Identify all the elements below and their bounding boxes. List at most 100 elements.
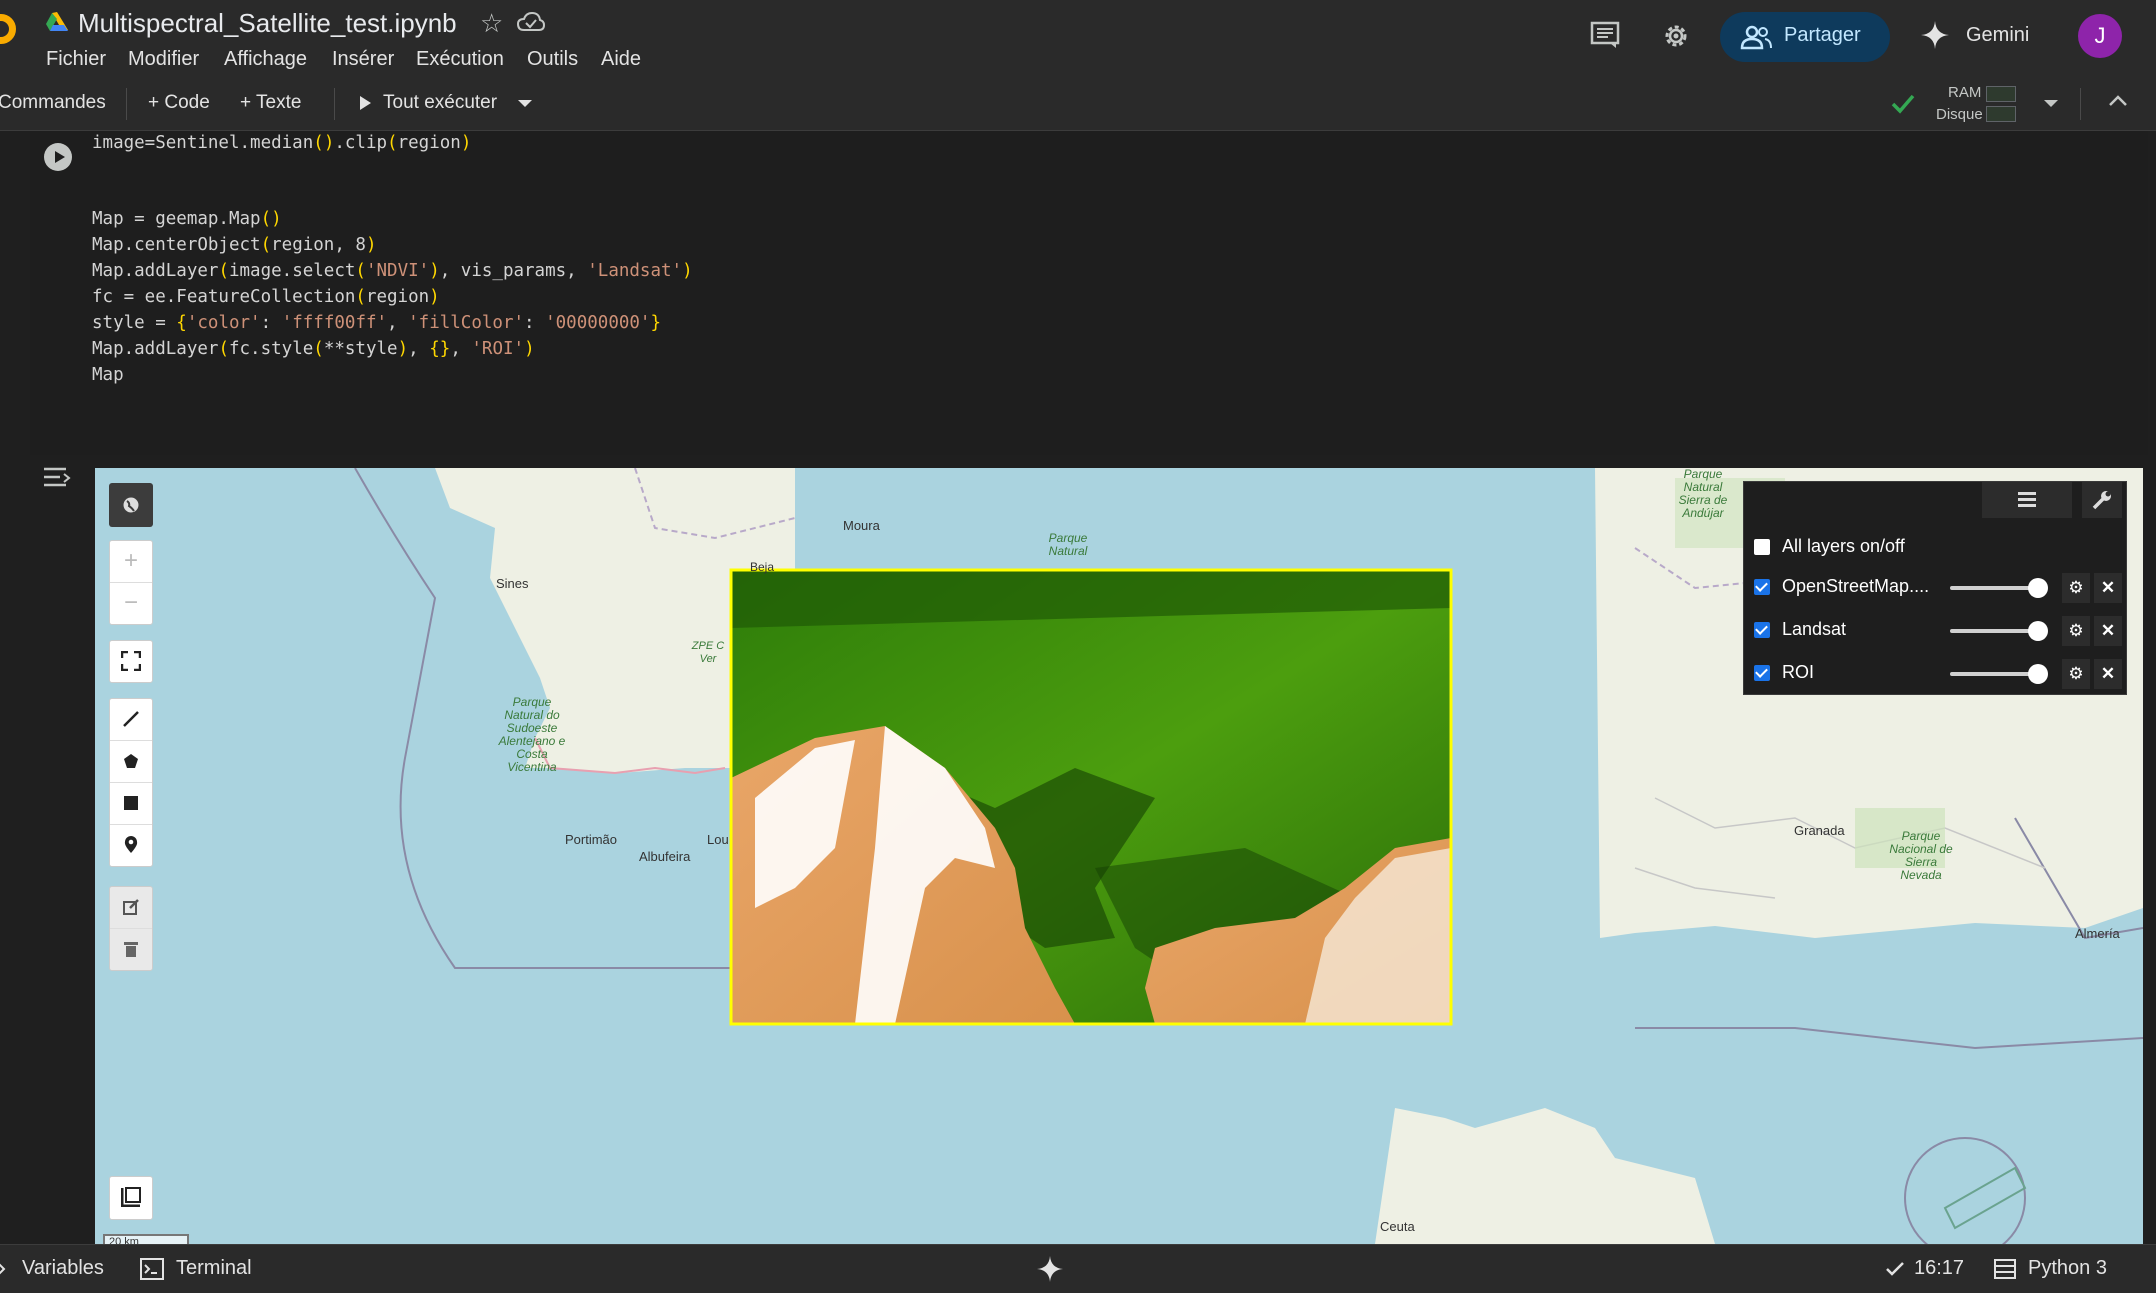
draw-marker-button[interactable]	[110, 825, 152, 866]
output-actions-icon[interactable]	[42, 464, 72, 492]
star-icon[interactable]: ☆	[480, 8, 503, 39]
layers-toggle-button[interactable]	[1982, 482, 2072, 518]
cloud-saved-icon[interactable]	[516, 10, 546, 34]
layers-list-icon	[2018, 492, 2036, 507]
marker-icon	[124, 836, 138, 853]
layer-roi-opacity-slider[interactable]	[1950, 672, 2036, 676]
runtime-connected-check-icon[interactable]	[1890, 90, 1916, 116]
drive-icon[interactable]	[44, 10, 70, 36]
zoom-control: + −	[109, 540, 153, 625]
park-label-andujar: Parque Natural Sierra de Andújar	[1678, 468, 1728, 520]
zoom-out-button[interactable]: −	[110, 583, 152, 624]
layer-landsat-opacity-knob[interactable]	[2028, 621, 2048, 641]
code-line-4[interactable]: Map = geemap.Map()	[92, 209, 282, 229]
layer-openstreetmap-checkbox[interactable]	[1754, 579, 1770, 595]
park-label-sierra-nevada: Parque Nacional de Sierra Nevada	[1889, 829, 1953, 882]
place-label-moura: Moura	[843, 518, 880, 533]
layer-roi-label: ROI	[1782, 662, 1815, 682]
layer-openstreetmap-remove-close-icon[interactable]: ✕	[2094, 573, 2122, 603]
ram-meter[interactable]	[1986, 86, 2016, 102]
edit-toolbar	[109, 886, 153, 971]
park-label-sudoeste: Parque Natural do Sudoeste Alentejano e …	[498, 695, 566, 774]
rectangle-icon	[124, 796, 138, 810]
layer-landsat-checkbox[interactable]	[1754, 622, 1770, 638]
layer-landsat-opacity-slider[interactable]	[1950, 629, 2036, 633]
fullscreen-button[interactable]	[110, 641, 152, 682]
menu-affichage[interactable]: Affichage	[224, 48, 307, 71]
menu-aide[interactable]: Aide	[601, 48, 641, 71]
layer-openstreetmap-opacity-knob[interactable]	[2028, 578, 2048, 598]
collapse-chevron-up-icon[interactable]	[2108, 94, 2128, 108]
ruler-icon	[121, 1187, 141, 1207]
add-code-button[interactable]: + Code	[148, 92, 210, 114]
layer-roi-opacity-knob[interactable]	[2028, 664, 2048, 684]
edit-layers-button[interactable]	[110, 887, 152, 929]
all-layers-label: All layers on/off	[1782, 536, 1905, 556]
layer-openstreetmap-opacity-slider[interactable]	[1950, 586, 2036, 590]
layer-landsat-remove-close-icon[interactable]: ✕	[2094, 616, 2122, 646]
layer-openstreetmap-settings-gear-icon[interactable]: ⚙	[2062, 573, 2090, 603]
settings-icon[interactable]	[1660, 20, 1692, 52]
terminal-button[interactable]: Terminal	[176, 1257, 252, 1280]
commands-button[interactable]: Commandes	[0, 92, 106, 114]
disk-meter[interactable]	[1986, 106, 2016, 122]
disk-label: Disque	[1936, 106, 1983, 123]
layer-roi-checkbox[interactable]	[1754, 665, 1770, 681]
toolbar-divider	[2080, 88, 2081, 120]
zoom-in-button[interactable]: +	[110, 541, 152, 583]
variables-icon	[0, 1263, 6, 1275]
comments-icon[interactable]	[1590, 20, 1620, 50]
gemini-sparkle-icon	[1921, 21, 1949, 49]
gemini-button[interactable]: Gemini	[1920, 14, 2030, 58]
ram-label: RAM	[1948, 84, 1982, 101]
menu-inserer[interactable]: Insérer	[332, 48, 394, 71]
code-line-10[interactable]: Map	[92, 365, 124, 385]
add-text-button[interactable]: + Texte	[240, 92, 301, 114]
code-cell[interactable]: image=Sentinel.median().clip(region) Map…	[30, 131, 2148, 455]
basemap-globe-button[interactable]	[109, 483, 153, 527]
map-widget[interactable]: Moura Beja Sines Portimão Albufeira Lou …	[95, 468, 2143, 1244]
runtime-type[interactable]: Python 3	[2028, 1257, 2107, 1280]
gemini-sparkle-icon[interactable]	[1036, 1255, 1064, 1283]
run-cell-button[interactable]	[44, 143, 72, 171]
layer-landsat-settings-gear-icon[interactable]: ⚙	[2062, 616, 2090, 646]
delete-layers-button[interactable]	[110, 929, 152, 970]
code-line-8[interactable]: style = {'color': 'ffff00ff', 'fillColor…	[92, 313, 661, 333]
run-all-button[interactable]: Tout exécuter	[383, 92, 497, 114]
execution-time[interactable]: 16:17	[1914, 1257, 1964, 1280]
share-label: Partager	[1784, 24, 1861, 46]
draw-polyline-button[interactable]	[110, 699, 152, 741]
measure-button[interactable]	[110, 1177, 152, 1218]
menu-fichier[interactable]: Fichier	[46, 48, 106, 71]
menu-execution[interactable]: Exécution	[416, 48, 504, 71]
colab-logo-icon[interactable]	[0, 14, 16, 44]
code-line-9[interactable]: Map.addLayer(fc.style(**style), {}, 'ROI…	[92, 339, 535, 359]
layer-roi-settings-gear-icon[interactable]: ⚙	[2062, 659, 2090, 689]
notebook-title[interactable]: Multispectral_Satellite_test.ipynb	[78, 8, 457, 39]
wrench-icon	[2092, 491, 2111, 510]
code-line-1[interactable]: image=Sentinel.median().clip(region)	[92, 133, 471, 153]
run-all-dropdown-icon[interactable]	[518, 100, 532, 107]
code-line-5[interactable]: Map.centerObject(region, 8)	[92, 235, 377, 255]
code-line-6[interactable]: Map.addLayer(image.select('NDVI'), vis_p…	[92, 261, 693, 281]
run-all-play-icon	[360, 96, 371, 110]
variables-button[interactable]: Variables	[22, 1257, 104, 1280]
layer-openstreetmap-label: OpenStreetMap....	[1782, 576, 1930, 596]
place-label-almeria: Almería	[2075, 926, 2120, 941]
park-label-natural: Parque Natural	[1048, 531, 1088, 558]
layer-tools-button[interactable]	[2082, 482, 2122, 518]
layer-roi-remove-close-icon[interactable]: ✕	[2094, 659, 2122, 689]
draw-rectangle-button[interactable]	[110, 783, 152, 825]
all-layers-checkbox[interactable]	[1754, 539, 1770, 555]
menu-modifier[interactable]: Modifier	[128, 48, 199, 71]
code-line-7[interactable]: fc = ee.FeatureCollection(region)	[92, 287, 440, 307]
place-label-beja: Beja	[750, 560, 775, 574]
draw-polygon-button[interactable]	[110, 741, 152, 783]
gemini-label: Gemini	[1966, 24, 2030, 46]
left-gutter	[0, 131, 30, 1241]
avatar[interactable]: J	[2078, 14, 2122, 58]
execution-check-icon	[1886, 1262, 1904, 1276]
menu-outils[interactable]: Outils	[527, 48, 578, 71]
resources-dropdown-icon[interactable]	[2044, 100, 2058, 107]
share-button[interactable]: Partager	[1720, 12, 1890, 62]
